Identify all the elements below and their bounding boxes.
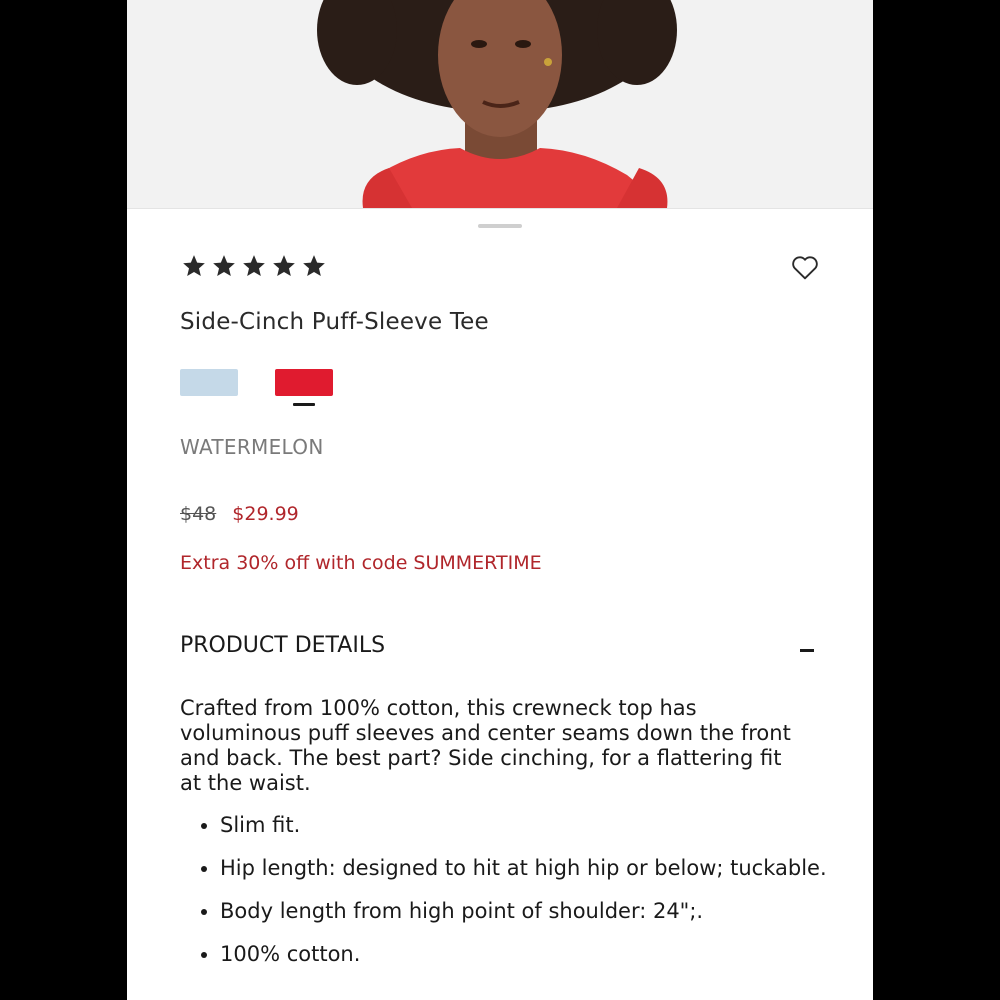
star-icon	[213, 255, 235, 276]
star-icon	[183, 255, 205, 276]
minus-icon[interactable]	[793, 637, 821, 665]
star-icon	[273, 255, 295, 276]
list-item: Hip length: designed to hit at high hip …	[220, 856, 840, 881]
product-details-heading[interactable]: PRODUCT DETAILS	[180, 633, 385, 658]
product-title: Side-Cinch Puff-Sleeve Tee	[180, 309, 489, 335]
product-description: Crafted from 100% cotton, this crewneck …	[180, 696, 791, 795]
rating-stars[interactable]	[180, 253, 328, 279]
list-item: 100% cotton.	[220, 942, 840, 967]
product-info-sheet: Side-Cinch Puff-Sleeve Tee WATERMELON $4…	[127, 208, 873, 1000]
color-swatch-watermelon[interactable]	[275, 369, 333, 396]
sale-price: $29.99	[232, 503, 299, 525]
price-row: $48 $29.99	[180, 503, 299, 525]
star-icon	[243, 255, 265, 276]
list-item: Body length from high point of shoulder:…	[220, 899, 840, 924]
original-price: $48	[180, 503, 217, 525]
product-screen: Side-Cinch Puff-Sleeve Tee WATERMELON $4…	[127, 0, 873, 1000]
color-swatch-light-blue[interactable]	[180, 369, 238, 396]
product-details-list: Slim fit. Hip length: designed to hit at…	[180, 813, 840, 985]
selected-color-name: WATERMELON	[180, 435, 324, 459]
drag-handle[interactable]	[478, 224, 522, 228]
selected-swatch-indicator	[293, 403, 315, 406]
product-photo	[127, 0, 873, 208]
star-icon	[303, 255, 325, 276]
heart-outline-icon[interactable]	[789, 251, 821, 283]
promo-message: Extra 30% off with code SUMMERTIME	[180, 552, 542, 574]
list-item: Slim fit.	[220, 813, 840, 838]
